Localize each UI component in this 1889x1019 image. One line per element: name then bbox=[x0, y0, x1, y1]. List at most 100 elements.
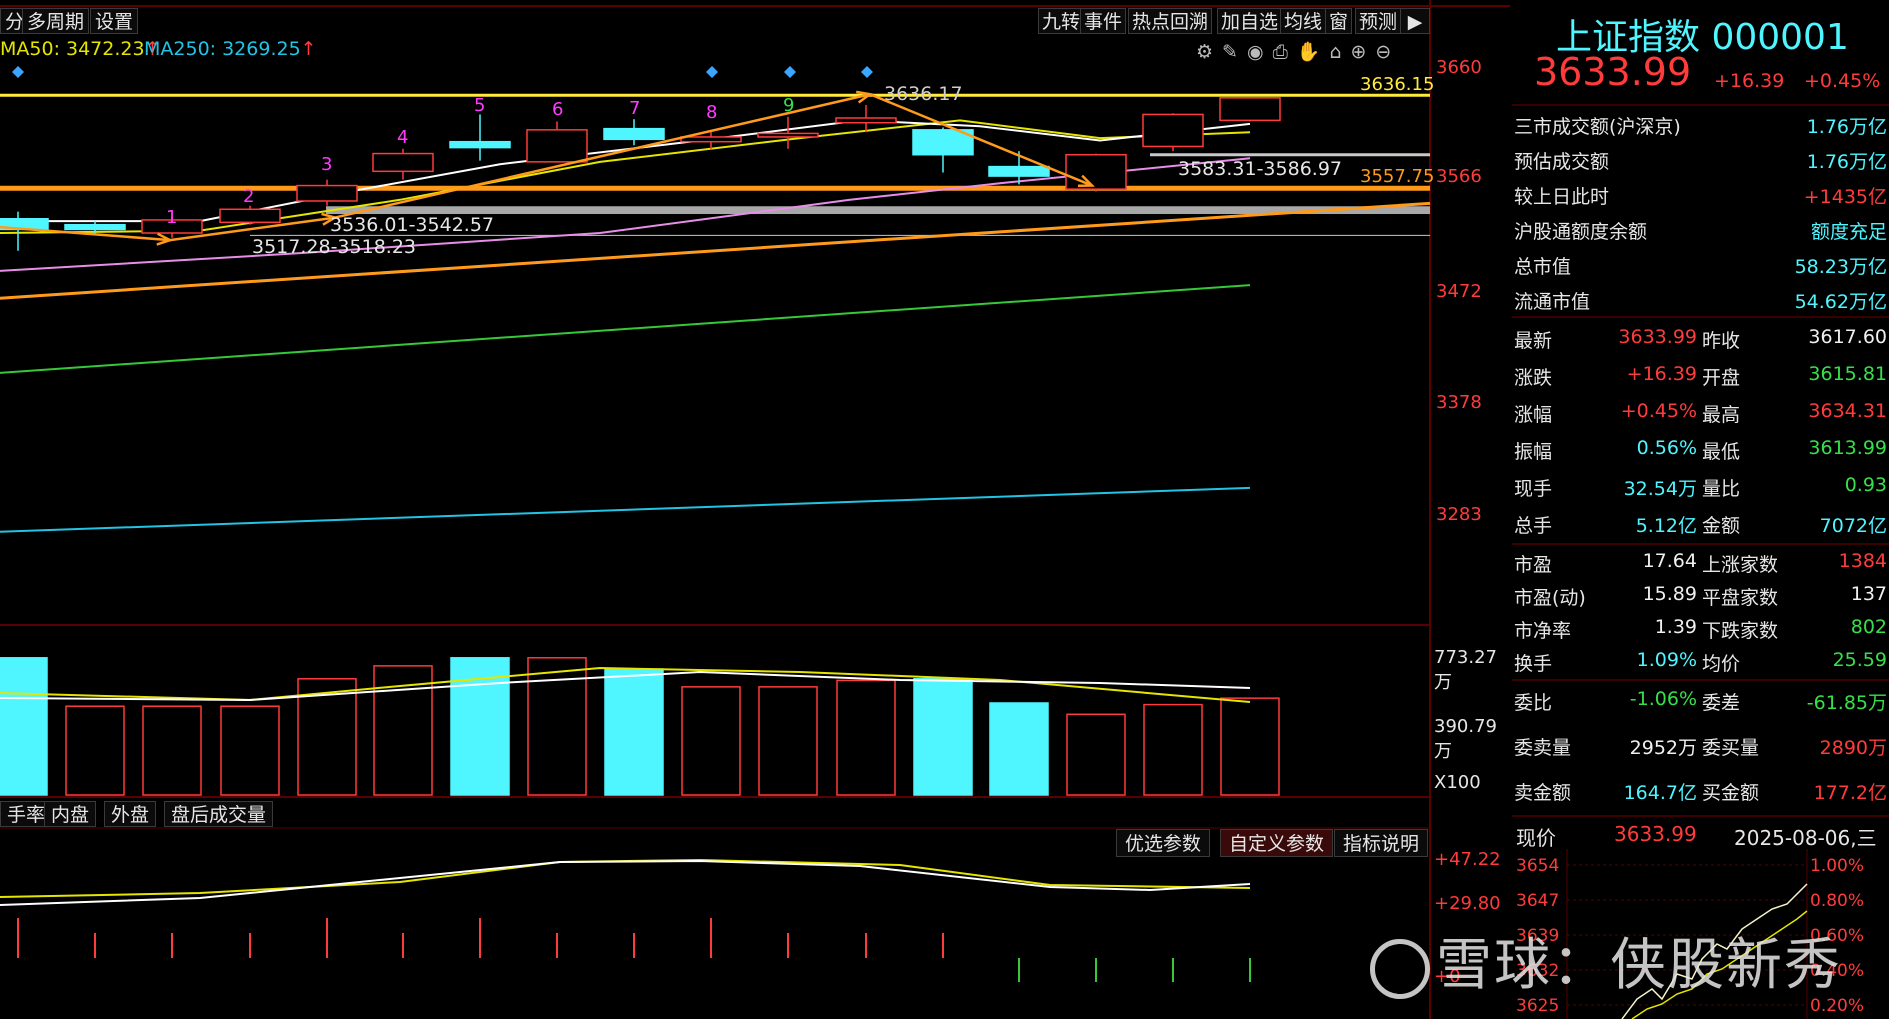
quote-value: 17.64 bbox=[1642, 550, 1697, 572]
tab-after-hours-volume[interactable]: 盘后成交量 bbox=[164, 801, 274, 827]
market-row-value: 1.76万亿 bbox=[1806, 151, 1887, 173]
pen-icon[interactable]: ✎ bbox=[1222, 41, 1247, 63]
intraday-price-tick: 3654 bbox=[1516, 856, 1559, 876]
preferred-params-button[interactable]: 优选参数 bbox=[1116, 829, 1211, 857]
tab-outer-volume[interactable]: 外盘 bbox=[104, 801, 157, 827]
market-row-label: 流通市值 bbox=[1514, 291, 1591, 313]
quote-value: 0.56% bbox=[1636, 437, 1697, 459]
market-row: 总市值 58.23万亿 bbox=[1512, 246, 1889, 280]
ma250-value: MA250: 3269.25 bbox=[144, 38, 301, 60]
quote-value: 3633.99 bbox=[1618, 326, 1697, 348]
collapse-panel-icon[interactable]: ▶ bbox=[1400, 8, 1430, 34]
quote-value: 2952万 bbox=[1629, 737, 1697, 759]
kline-chart-svg[interactable] bbox=[0, 0, 1510, 1019]
topbar-multi-period[interactable]: 多周期 bbox=[22, 8, 90, 34]
candle-body bbox=[988, 165, 1050, 177]
nine-count-6: 6 bbox=[552, 99, 564, 120]
quote-label: 换手 bbox=[1514, 653, 1553, 675]
topbar-settings[interactable]: 设置 bbox=[90, 8, 139, 34]
tool-forecast[interactable]: 预测 bbox=[1355, 8, 1402, 34]
hand-icon[interactable]: ✋ bbox=[1297, 41, 1330, 63]
intraday-pct-tick: 1.00% bbox=[1810, 856, 1864, 876]
gear-icon[interactable]: ⚙ bbox=[1196, 41, 1222, 63]
nine-count-4: 4 bbox=[397, 127, 409, 148]
volume-axis-high: 773.27万 bbox=[1434, 647, 1497, 693]
event-diamond-icon bbox=[861, 66, 873, 78]
kline-chart-area[interactable]: 分 多周期 设置 九转 事件 热点回溯 加自选 均线 窗 预测 ▶ MA50: … bbox=[0, 0, 1510, 1019]
eye-icon[interactable]: ◉ bbox=[1247, 41, 1273, 63]
print-icon[interactable]: ⎙ bbox=[1273, 41, 1297, 63]
nine-count-8: 8 bbox=[706, 102, 718, 123]
quote-label: 均价 bbox=[1702, 653, 1741, 675]
quote-label: 最高 bbox=[1702, 404, 1741, 426]
zoom-out-icon[interactable]: ⊖ bbox=[1375, 41, 1400, 63]
price-axis-3283: 3283 bbox=[1436, 504, 1482, 525]
quote-label: 振幅 bbox=[1514, 441, 1553, 463]
quote-value: 137 bbox=[1850, 583, 1887, 605]
intraday-price: 3633.99 bbox=[1614, 822, 1697, 846]
peak-label: 3636.17 bbox=[884, 83, 963, 105]
lock-icon[interactable]: ⌂ bbox=[1329, 41, 1350, 63]
quote-label: 市盈 bbox=[1514, 554, 1553, 576]
osc-white-line bbox=[0, 859, 1251, 906]
market-row: 沪股通额度余额 额度充足 bbox=[1512, 211, 1889, 245]
ma50-label: MA50: 3472.23↑ bbox=[0, 38, 161, 60]
tool-moving-average[interactable]: 均线 bbox=[1280, 8, 1327, 34]
quote-label: 委买量 bbox=[1702, 737, 1760, 759]
tool-hotspot-replay[interactable]: 热点回溯 bbox=[1128, 8, 1213, 34]
trend-arrow-line bbox=[869, 93, 1093, 187]
price-change-pct: +0.45% bbox=[1804, 70, 1881, 92]
quote-value: 7072亿 bbox=[1819, 515, 1887, 537]
tool-add-watchlist[interactable]: 加自选 bbox=[1217, 8, 1283, 34]
quote-value: 802 bbox=[1850, 616, 1887, 638]
watermark-text: 雪球：侠股新秀 bbox=[1436, 933, 1842, 998]
volume-bar bbox=[836, 679, 896, 796]
gap3-label: 3517.28-3518.23 bbox=[252, 236, 416, 258]
event-diamond-icon bbox=[12, 66, 24, 78]
quote-label: 上涨家数 bbox=[1702, 554, 1779, 576]
volume-bar bbox=[142, 705, 202, 796]
tool-event[interactable]: 事件 bbox=[1080, 8, 1127, 34]
volume-bar bbox=[989, 702, 1049, 796]
market-row-label: 沪股通额度余额 bbox=[1514, 221, 1648, 243]
xueqiu-logo-icon bbox=[1370, 938, 1430, 999]
tool-nine-turn[interactable]: 九转 bbox=[1038, 8, 1085, 34]
quote-value: 1.39 bbox=[1654, 616, 1697, 638]
quote-row: 总手 5.12亿 金额 7072亿 bbox=[1512, 505, 1889, 539]
quote-panel: 上证指数 000001 3633.99 +16.39 +0.45% 三市成交额(… bbox=[1512, 0, 1889, 1019]
volume-bar bbox=[1066, 713, 1126, 796]
panel-divider bbox=[1512, 679, 1889, 681]
quote-value: 2890万 bbox=[1819, 737, 1887, 759]
quote-value: 177.2亿 bbox=[1813, 782, 1887, 804]
price-axis-3660: 3660 bbox=[1436, 57, 1482, 78]
quote-label: 开盘 bbox=[1702, 367, 1741, 389]
chart-tool-icons: ⚙✎◉⎙✋⌂⊕⊖ bbox=[1196, 40, 1400, 63]
gap2-label: 3536.01-3542.57 bbox=[330, 214, 494, 236]
panel-divider bbox=[1512, 316, 1889, 318]
quote-value: -61.85万 bbox=[1806, 692, 1887, 714]
quote-label: 委差 bbox=[1702, 692, 1741, 714]
tab-inner-volume[interactable]: 内盘 bbox=[44, 801, 97, 827]
zoom-in-icon[interactable]: ⊕ bbox=[1351, 41, 1376, 63]
candle-body bbox=[64, 223, 126, 231]
volume-axis-mid: 390.79万 bbox=[1434, 716, 1497, 762]
indicator-help-button[interactable]: 指标说明 bbox=[1334, 829, 1429, 857]
price-axis-3378: 3378 bbox=[1436, 392, 1482, 413]
tool-window[interactable]: 窗 bbox=[1325, 8, 1353, 34]
quote-label: 平盘家数 bbox=[1702, 587, 1779, 609]
candle-body bbox=[1142, 113, 1204, 148]
custom-params-button[interactable]: 自定义参数 bbox=[1220, 829, 1334, 857]
candle-body bbox=[835, 117, 897, 124]
quote-label: 涨跌 bbox=[1514, 367, 1553, 389]
panel-divider bbox=[1512, 543, 1889, 545]
price-axis-3566: 3566 bbox=[1436, 166, 1482, 187]
nine-count-1: 1 bbox=[166, 207, 178, 228]
support-line-label: 3557.75 bbox=[1360, 166, 1435, 187]
quote-value: 3615.81 bbox=[1808, 363, 1887, 385]
ma50-line bbox=[0, 284, 1251, 374]
quote-row: 现手 32.54万 量比 0.93 bbox=[1512, 468, 1889, 502]
market-row-label: 较上日此时 bbox=[1514, 186, 1610, 208]
volume-axis-unit: X100 bbox=[1434, 772, 1481, 793]
market-row-value: 54.62万亿 bbox=[1794, 291, 1887, 313]
ma250-label: MA250: 3269.25↑ bbox=[144, 38, 317, 60]
